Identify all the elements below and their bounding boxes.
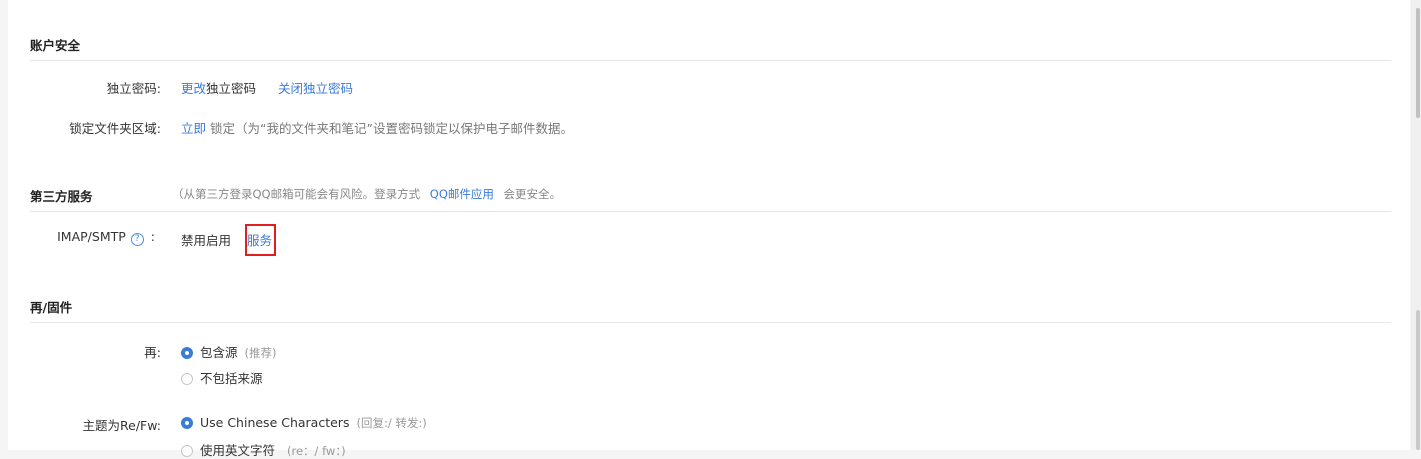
lock-folder-label: 锁定文件夹区域: bbox=[69, 121, 161, 136]
change-password-link[interactable]: 更改 bbox=[181, 81, 206, 96]
vertical-scrollbar[interactable] bbox=[1411, 0, 1421, 450]
radio-chinese-characters[interactable]: Use Chinese Characters (回复:/ 转发:) bbox=[181, 415, 427, 431]
settings-panel: 账户安全 独立密码: 更改独立密码 关闭独立密码 锁定文件夹区域: 立即 锁定（… bbox=[8, 0, 1410, 458]
radio-include-source[interactable]: 包含源 (推荐) bbox=[181, 342, 276, 361]
subject-label: 主题为Re/Fw: bbox=[82, 418, 161, 433]
independent-password-label: 独立密码: bbox=[106, 81, 161, 96]
radio-unchecked-icon[interactable] bbox=[181, 445, 193, 457]
radio-label[interactable]: 包含源 bbox=[200, 345, 238, 360]
re-label: 再: bbox=[144, 345, 161, 360]
service-highlight-box: 服务 bbox=[245, 224, 277, 256]
scrollbar-thumb[interactable] bbox=[1416, 8, 1420, 118]
radio-unchecked-icon[interactable] bbox=[181, 373, 193, 385]
radio-checked-icon[interactable] bbox=[181, 417, 193, 429]
imap-smtp-label-text: IMAP/SMTP bbox=[57, 229, 126, 244]
qq-mail-app-link[interactable]: QQ邮件应用 bbox=[430, 187, 494, 201]
lock-folder-description: 锁定（为“我的文件夹和笔记”设置密码锁定以保护电子邮件数据。 bbox=[210, 121, 573, 136]
section-title-account-security: 账户安全 bbox=[30, 38, 81, 53]
section-divider bbox=[30, 211, 1391, 212]
scrollbar-thumb[interactable] bbox=[1416, 310, 1420, 450]
radio-hint: (回复:/ 转发:) bbox=[356, 416, 427, 430]
service-link[interactable]: 服务 bbox=[247, 233, 272, 248]
imap-smtp-colon: : bbox=[150, 229, 155, 244]
radio-label[interactable]: 使用英文字符 bbox=[200, 443, 275, 458]
section-divider bbox=[30, 60, 1391, 61]
radio-label[interactable]: Use Chinese Characters bbox=[200, 415, 349, 430]
imap-smtp-label: IMAP/SMTP?: bbox=[57, 229, 155, 246]
radio-checked-icon[interactable] bbox=[181, 347, 193, 359]
radio-hint: (re：/ fw：) bbox=[287, 444, 346, 458]
section-title-third-party: 第三方服务 bbox=[30, 189, 93, 204]
change-password-suffix: 独立密码 bbox=[206, 81, 257, 96]
imap-smtp-row: 禁用启用 服务 bbox=[181, 224, 277, 256]
third-party-note: （从第三方登录QQ邮箱可能会有风险。登录方式 QQ邮件应用 会更安全。 bbox=[172, 186, 561, 202]
radio-hint: (推荐) bbox=[244, 346, 277, 360]
section-title-re-attachment: 再/固件 bbox=[30, 300, 73, 315]
third-party-note-prefix: （从第三方登录QQ邮箱可能会有风险。登录方式 bbox=[172, 187, 421, 201]
lock-folder-row: 立即 锁定（为“我的文件夹和笔记”设置密码锁定以保护电子邮件数据。 bbox=[181, 118, 573, 137]
section-divider bbox=[30, 322, 1391, 323]
radio-label[interactable]: 不包括来源 bbox=[200, 371, 263, 386]
independent-password-row: 更改独立密码 关闭独立密码 bbox=[181, 78, 353, 97]
close-independent-password-link[interactable]: 关闭独立密码 bbox=[278, 81, 353, 96]
lock-immediately-link[interactable]: 立即 bbox=[181, 121, 206, 136]
imap-status-text: 禁用启用 bbox=[181, 233, 232, 248]
third-party-note-suffix: 会更安全。 bbox=[503, 187, 562, 201]
help-icon[interactable]: ? bbox=[130, 233, 144, 246]
radio-exclude-source[interactable]: 不包括来源 bbox=[181, 368, 263, 387]
